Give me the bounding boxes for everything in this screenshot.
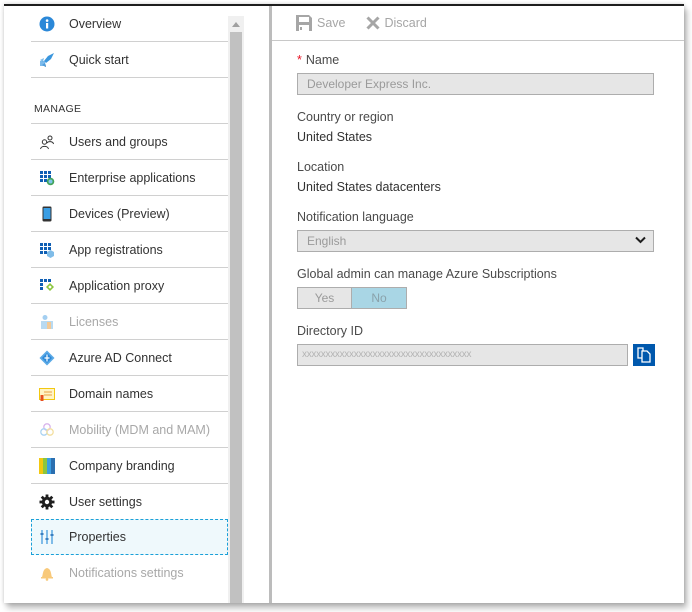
device-icon [39,206,55,222]
menu-item-domain-names[interactable]: Domain names [31,376,228,412]
scroll-up-arrow-icon[interactable] [228,16,244,32]
menu-item-notifications-settings[interactable]: Notifications settings [31,555,228,590]
menu-item-label: Azure AD Connect [69,350,172,365]
resource-menu: Overview Quick start MANAGE Users and gr… [31,6,228,590]
menu-item-app-registrations[interactable]: App registrations [31,232,228,268]
menu-item-users-and-groups[interactable]: Users and groups [31,124,228,160]
properties-blade: Save Discard * Name Developer Express Inc… [272,6,684,603]
menu-item-properties[interactable]: Properties [31,519,228,555]
resource-menu-blade: Overview Quick start MANAGE Users and gr… [4,6,270,603]
menu-item-label: User settings [69,494,142,509]
save-icon [296,15,312,31]
toggle-no[interactable]: No [352,287,407,309]
notification-language-value: English [307,234,347,248]
section-label-manage: MANAGE [31,78,228,124]
app-registrations-icon [39,242,55,258]
application-proxy-icon [39,278,55,294]
menu-item-label: Quick start [69,52,129,67]
directory-id-field[interactable]: xxxxxxxxxxxxxxxxxxxxxxxxxxxxxxxxxxxx [297,344,628,366]
scroll-thumb[interactable] [230,32,242,603]
menu-item-enterprise-applications[interactable]: Enterprise applications [31,160,228,196]
menu-item-label: Users and groups [69,134,168,149]
global-admin-toggle: Yes No [297,287,684,309]
rocket-icon [39,52,55,68]
menu-item-application-proxy[interactable]: Application proxy [31,268,228,304]
menu-item-label: Mobility (MDM and MAM) [69,422,210,437]
chevron-down-icon [635,236,646,244]
licenses-icon [39,314,55,330]
menu-item-quick-start[interactable]: Quick start [31,42,228,78]
gear-icon [39,494,55,510]
country-value: United States [297,130,373,144]
menu-item-label: Notifications settings [69,565,184,580]
menu-item-mobility[interactable]: Mobility (MDM and MAM) [31,412,228,448]
menu-item-devices[interactable]: Devices (Preview) [31,196,228,232]
domain-names-icon [39,386,55,402]
enterprise-apps-icon [39,170,55,186]
mobility-icon [39,422,55,438]
menu-item-user-settings[interactable]: User settings [31,484,228,519]
notification-language-select[interactable]: English [297,230,654,252]
menu-item-label: Domain names [69,386,154,401]
menu-item-label: Devices (Preview) [69,206,170,221]
menu-item-label: Properties [69,529,126,544]
name-label: * Name [297,53,340,67]
location-label: Location [297,160,345,174]
discard-button[interactable]: Discard [365,16,427,30]
directory-id-label: Directory ID [297,324,363,338]
properties-window: Overview Quick start MANAGE Users and gr… [4,4,684,603]
notification-language-group: Notification language English [297,209,684,252]
required-marker: * [297,53,302,67]
global-admin-group: Global admin can manage Azure Subscripti… [297,266,684,309]
menu-item-label: Enterprise applications [69,170,196,185]
menu-item-label: Application proxy [69,278,165,293]
country-group: Country or region United States [297,109,684,145]
location-value: United States datacenters [297,180,441,194]
name-field[interactable]: Developer Express Inc. [297,73,654,95]
properties-sliders-icon [39,529,55,545]
menu-item-label: Company branding [69,458,175,473]
menu-item-label: App registrations [69,242,163,257]
properties-form: * Name Developer Express Inc. Country or … [272,41,684,366]
toggle-yes[interactable]: Yes [297,287,352,309]
menu-item-label: Overview [69,16,122,31]
location-group: Location United States datacenters [297,159,684,195]
copy-icon [637,347,651,363]
users-icon [39,134,55,150]
command-bar: Save Discard [272,6,684,41]
country-label: Country or region [297,110,394,124]
menu-item-licenses[interactable]: Licenses [31,304,228,340]
menu-item-label: Licenses [69,314,119,329]
menu-scrollbar[interactable] [228,16,244,603]
save-button[interactable]: Save [296,15,346,31]
copy-button[interactable] [633,344,655,366]
bell-icon [39,565,55,581]
discard-label: Discard [384,16,427,30]
name-group: * Name Developer Express Inc. [297,52,684,95]
menu-item-overview[interactable]: Overview [31,6,228,42]
azure-ad-connect-icon [39,350,55,366]
save-label: Save [317,16,346,30]
close-icon [365,16,380,30]
directory-id-group: Directory ID xxxxxxxxxxxxxxxxxxxxxxxxxxx… [297,323,684,366]
global-admin-label: Global admin can manage Azure Subscripti… [297,267,557,281]
menu-item-company-branding[interactable]: Company branding [31,448,228,484]
info-icon [39,16,55,32]
notification-language-label: Notification language [297,210,414,224]
branding-icon [39,457,55,474]
menu-item-azure-ad-connect[interactable]: Azure AD Connect [31,340,228,376]
